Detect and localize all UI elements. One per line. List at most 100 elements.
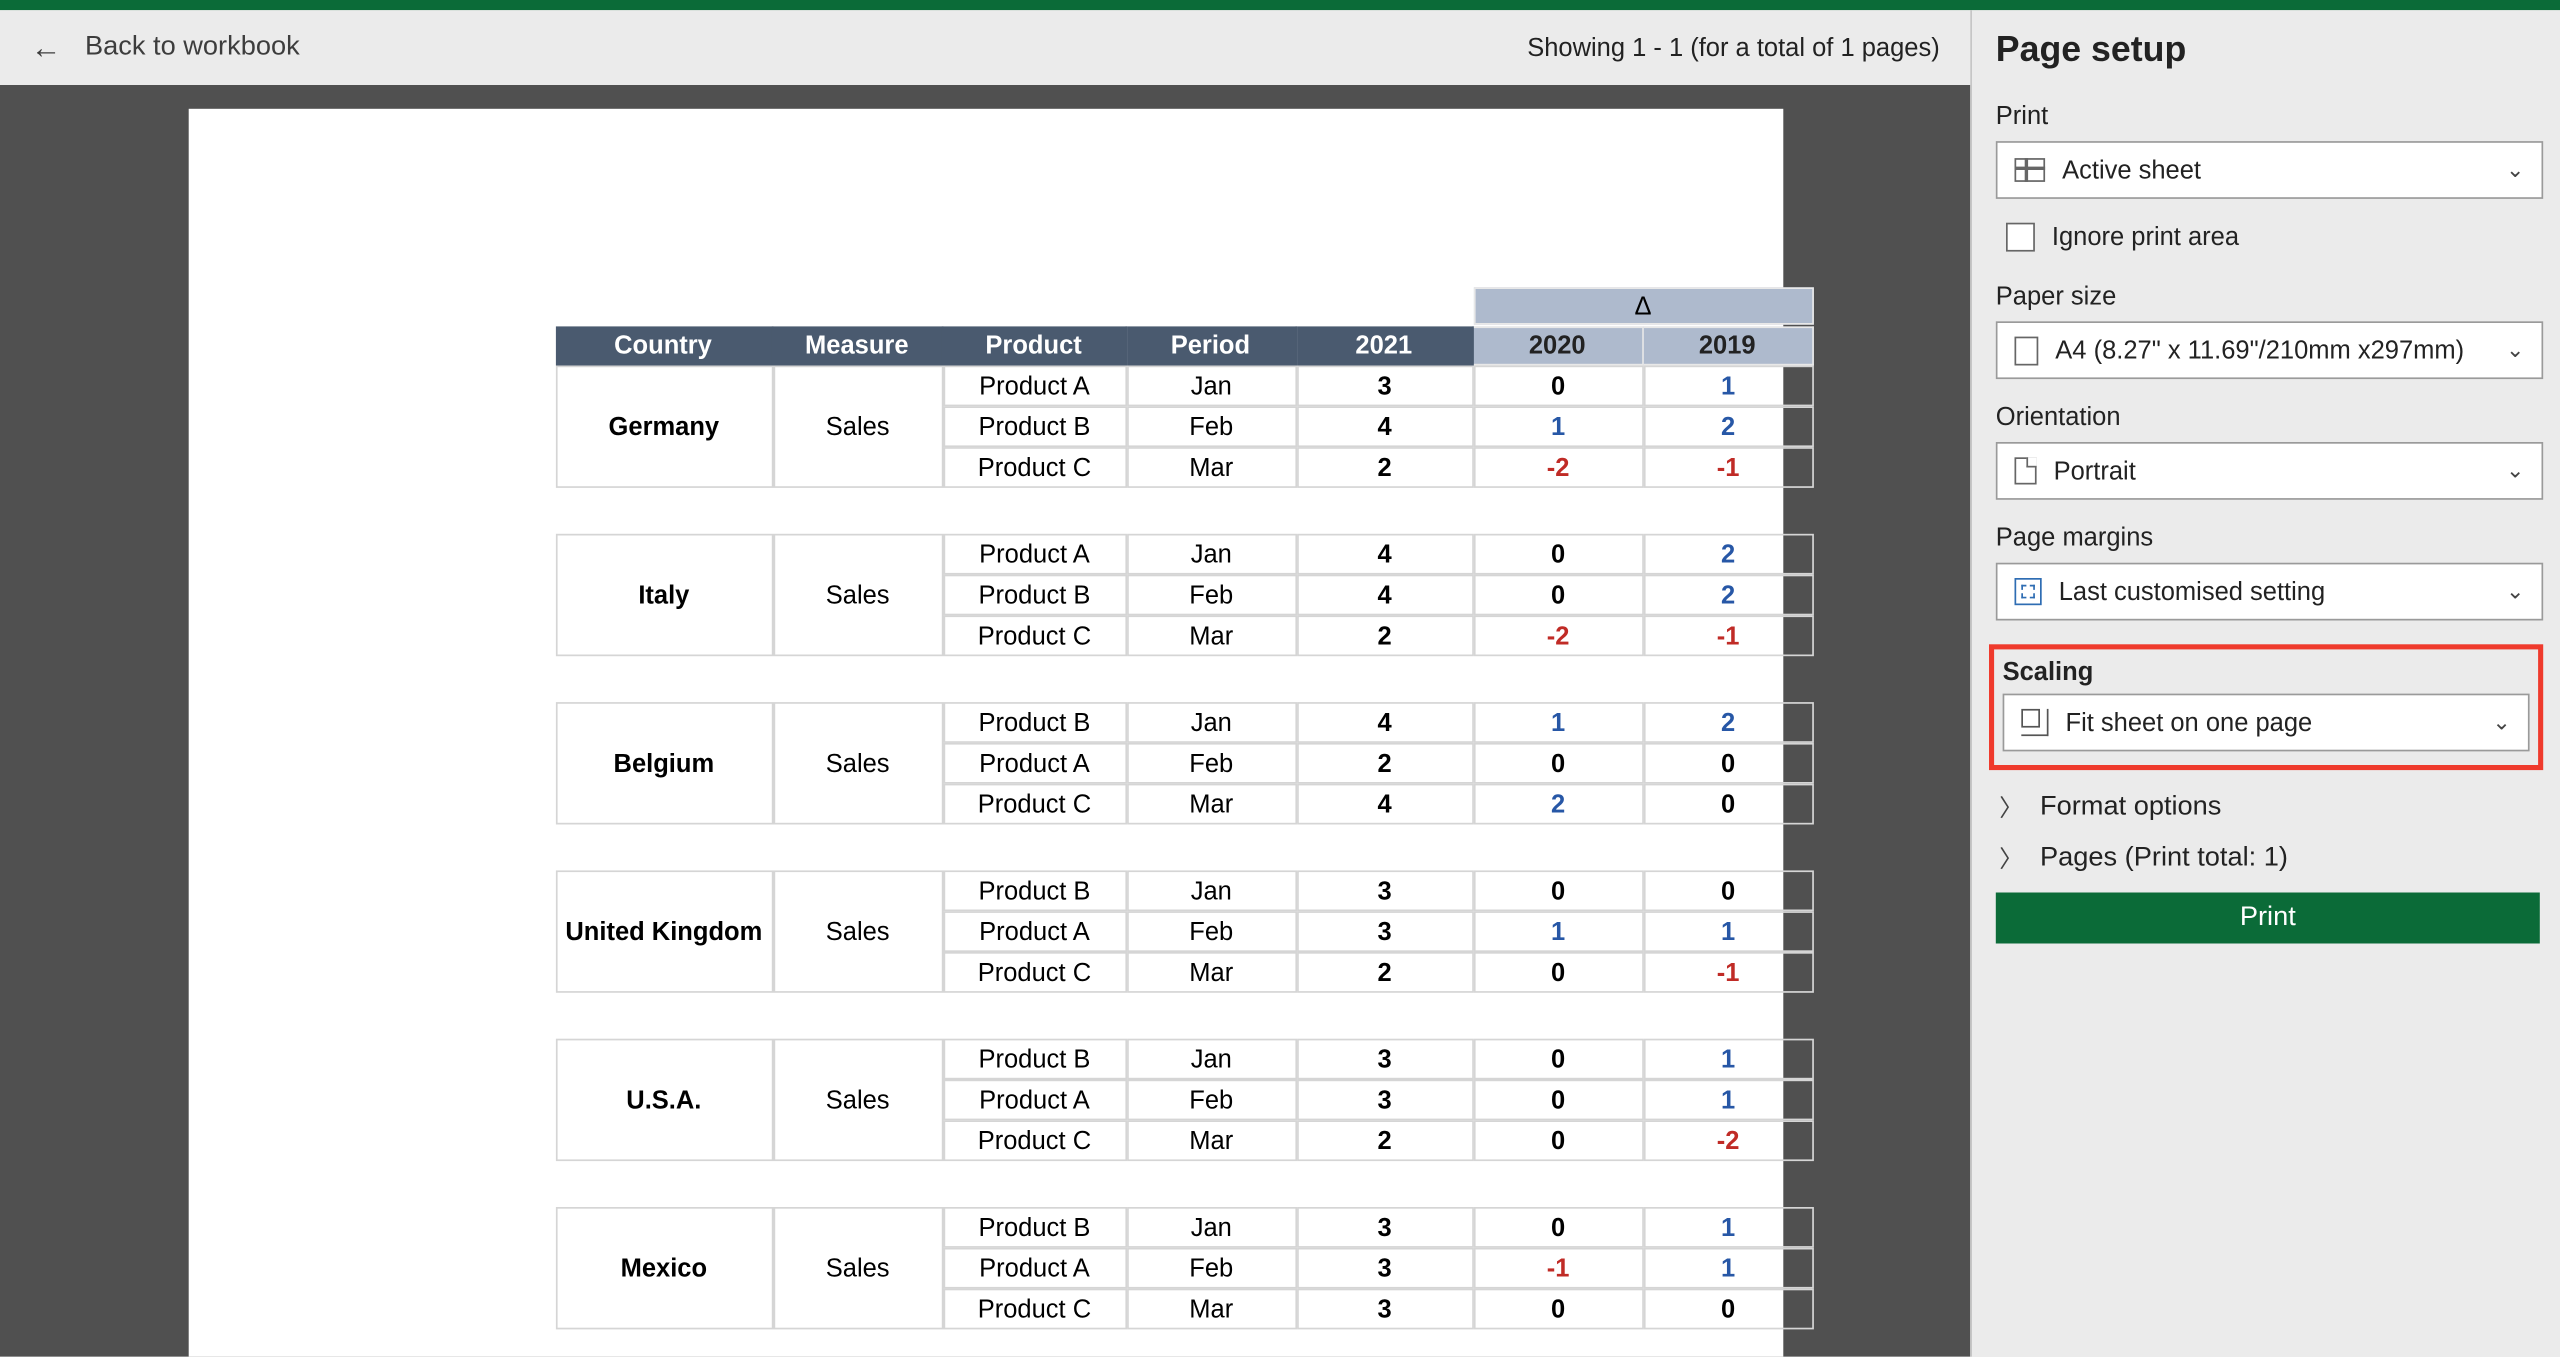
period-cell: Feb	[1126, 1248, 1296, 1289]
value-2020-cell: 0	[1473, 366, 1643, 407]
paper-size-dropdown[interactable]: A4 (8.27" x 11.69"/210mm x297mm) ⌄	[1996, 321, 2543, 379]
period-cell: Jan	[1126, 366, 1296, 407]
value-2021-cell: 3	[1296, 911, 1473, 952]
column-header: 2019	[1643, 326, 1813, 365]
value-2019-cell: 0	[1643, 870, 1813, 911]
value-2021-cell: 3	[1296, 1039, 1473, 1080]
value-2020-cell: 0	[1473, 1289, 1643, 1330]
period-cell: Feb	[1126, 1080, 1296, 1121]
data-row: Product CMar2-2-1	[943, 615, 1813, 656]
product-cell: Product C	[943, 615, 1127, 656]
product-cell: Product A	[943, 534, 1127, 575]
country-group: BelgiumSalesProduct BJan412Product AFeb2…	[555, 702, 1813, 824]
value-2021-cell: 2	[1296, 1120, 1473, 1161]
margins-icon	[2015, 578, 2042, 605]
product-cell: Product A	[943, 911, 1127, 952]
measure-cell: Sales	[773, 534, 943, 656]
table-header-row: CountryMeasureProductPeriod202120202019	[555, 326, 1813, 365]
value-2020-cell: -2	[1473, 447, 1643, 488]
back-label: Back to workbook	[85, 32, 300, 63]
back-to-workbook-button[interactable]: ← Back to workbook	[31, 30, 300, 66]
print-button-label: Print	[2240, 903, 2296, 934]
portrait-page-icon	[2015, 457, 2037, 484]
scaling-dropdown[interactable]: Fit sheet on one page ⌄	[2003, 694, 2530, 752]
value-2019-cell: 1	[1643, 1248, 1813, 1289]
ignore-print-area-checkbox[interactable]	[2006, 223, 2035, 252]
chevron-down-icon: ⌄	[2506, 457, 2525, 484]
product-cell: Product C	[943, 1289, 1127, 1330]
value-2019-cell: -1	[1643, 615, 1813, 656]
period-cell: Jan	[1126, 534, 1296, 575]
period-cell: Mar	[1126, 615, 1296, 656]
period-cell: Feb	[1126, 911, 1296, 952]
data-row: Product BJan300	[943, 870, 1813, 911]
print-dropdown[interactable]: Active sheet ⌄	[1996, 141, 2543, 199]
chevron-right-icon: 〉	[1999, 842, 2023, 876]
value-2021-cell: 3	[1296, 870, 1473, 911]
value-2021-cell: 3	[1296, 1248, 1473, 1289]
value-2020-cell: 0	[1473, 1080, 1643, 1121]
product-cell: Product B	[943, 702, 1127, 743]
period-cell: Mar	[1126, 1120, 1296, 1161]
value-2021-cell: 4	[1296, 702, 1473, 743]
data-row: Product BJan301	[943, 1207, 1813, 1248]
period-cell: Feb	[1126, 743, 1296, 784]
measure-cell: Sales	[773, 870, 943, 992]
period-cell: Mar	[1126, 952, 1296, 993]
data-row: Product AFeb3-11	[943, 1248, 1813, 1289]
period-cell: Feb	[1126, 406, 1296, 447]
back-arrow-icon: ←	[31, 30, 62, 66]
value-2019-cell: 0	[1643, 1289, 1813, 1330]
value-2020-cell: 1	[1473, 702, 1643, 743]
page-status: Showing 1 - 1 (for a total of 1 pages)	[1527, 33, 1939, 62]
chevron-right-icon: 〉	[1999, 791, 2023, 825]
value-2021-cell: 3	[1296, 366, 1473, 407]
period-cell: Jan	[1126, 1039, 1296, 1080]
data-row: Product BFeb412	[943, 406, 1813, 447]
data-row: Product CMar20-1	[943, 952, 1813, 993]
scaling-label: Scaling	[2003, 658, 2530, 687]
value-2021-cell: 4	[1296, 534, 1473, 575]
period-cell: Jan	[1126, 702, 1296, 743]
format-options-expander[interactable]: 〉 Format options	[1999, 791, 2543, 825]
country-cell: U.S.A.	[555, 1039, 773, 1161]
value-2020-cell: 0	[1473, 575, 1643, 616]
margins-value: Last customised setting	[2059, 577, 2525, 606]
value-2020-cell: 1	[1473, 911, 1643, 952]
period-cell: Jan	[1126, 1207, 1296, 1248]
value-2020-cell: 1	[1473, 406, 1643, 447]
value-2020-cell: 0	[1473, 1039, 1643, 1080]
value-2020-cell: 0	[1473, 1207, 1643, 1248]
app-brand-bar	[0, 0, 2560, 10]
chevron-down-icon: ⌄	[2492, 709, 2511, 736]
value-2021-cell: 4	[1296, 784, 1473, 825]
product-cell: Product B	[943, 575, 1127, 616]
country-cell: United Kingdom	[555, 870, 773, 992]
ignore-print-area-label: Ignore print area	[2052, 223, 2239, 252]
orientation-value: Portrait	[2054, 456, 2525, 485]
scale-fit-icon	[2021, 709, 2048, 736]
data-row: Product BFeb402	[943, 575, 1813, 616]
column-header: Measure	[773, 326, 943, 365]
orientation-dropdown[interactable]: Portrait ⌄	[1996, 442, 2543, 500]
value-2021-cell: 2	[1296, 952, 1473, 993]
product-cell: Product A	[943, 366, 1127, 407]
page-setup-title: Page setup	[1996, 31, 2543, 72]
product-cell: Product B	[943, 406, 1127, 447]
page-outline-icon	[2015, 336, 2039, 365]
country-cell: Mexico	[555, 1207, 773, 1329]
value-2019-cell: 1	[1643, 1207, 1813, 1248]
print-preview-page: ΔCountryMeasureProductPeriod202120202019…	[188, 109, 1783, 1357]
value-2019-cell: 0	[1643, 784, 1813, 825]
print-dropdown-value: Active sheet	[2062, 156, 2524, 185]
column-header: Product	[943, 326, 1127, 365]
value-2019-cell: 1	[1643, 911, 1813, 952]
preview-toolbar: ← Back to workbook Showing 1 - 1 (for a …	[0, 10, 1970, 85]
value-2020-cell: 0	[1473, 534, 1643, 575]
product-cell: Product B	[943, 870, 1127, 911]
orientation-label: Orientation	[1996, 403, 2543, 432]
pages-expander[interactable]: 〉 Pages (Print total: 1)	[1999, 842, 2543, 876]
margins-dropdown[interactable]: Last customised setting ⌄	[1996, 563, 2543, 621]
print-button[interactable]: Print	[1996, 893, 2540, 944]
value-2021-cell: 4	[1296, 406, 1473, 447]
